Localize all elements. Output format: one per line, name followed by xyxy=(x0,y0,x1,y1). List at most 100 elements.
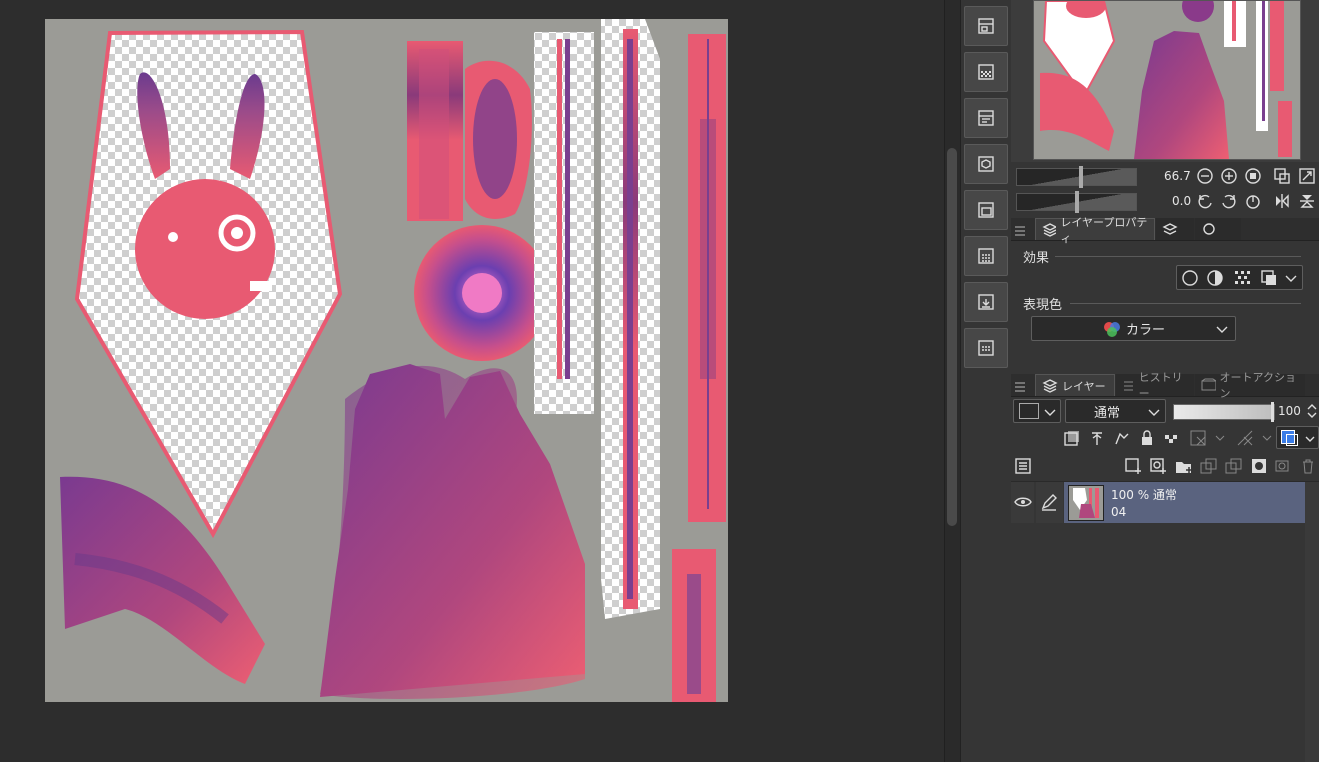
cube-icon[interactable] xyxy=(964,144,1008,184)
expression-color-value: カラー xyxy=(1125,323,1165,338)
layer-list-empty-area[interactable] xyxy=(1011,524,1305,762)
chevron-down-icon xyxy=(1216,326,1228,333)
layer-thumbnail xyxy=(1068,485,1104,521)
border-effect-icon[interactable] xyxy=(1180,268,1200,288)
download-icon[interactable] xyxy=(964,282,1008,322)
chevron-down-icon xyxy=(1148,409,1160,416)
material-icon xyxy=(1203,223,1215,235)
history-icon xyxy=(1124,381,1133,391)
tab-auto-action[interactable]: オートアクション xyxy=(1195,371,1305,400)
effect-label: 効果 xyxy=(1023,251,1050,266)
navigator-preview[interactable] xyxy=(1033,0,1301,160)
chevron-down-icon[interactable] xyxy=(1281,268,1301,288)
rotate-left-icon[interactable] xyxy=(1195,191,1215,211)
zoom-value: 66.7 xyxy=(1164,169,1191,183)
layer-list-icon[interactable] xyxy=(1013,456,1033,476)
fit-navigator-icon[interactable] xyxy=(1272,166,1292,186)
layer-list-scrollbar[interactable] xyxy=(1305,482,1319,762)
rotation-value: 0.0 xyxy=(1172,194,1192,208)
zoom-slider[interactable] xyxy=(1016,166,1137,188)
layer-color-select[interactable] xyxy=(1013,399,1061,423)
uv-texture-artwork xyxy=(60,19,726,702)
tab-label: レイヤープロパティ xyxy=(1060,215,1148,245)
chevron-down-icon xyxy=(1044,409,1056,416)
tab-history[interactable]: ヒストリー xyxy=(1116,371,1194,400)
expression-color-select[interactable]: カラー xyxy=(1031,316,1236,341)
draft-layer-icon[interactable] xyxy=(1112,428,1132,448)
dot-tone-icon[interactable] xyxy=(1232,268,1252,288)
fit-screen-icon[interactable] xyxy=(1243,166,1263,186)
eye-icon[interactable] xyxy=(1014,496,1032,508)
divider xyxy=(1070,303,1301,304)
layer-color-switch[interactable] xyxy=(1276,426,1319,449)
delete-layer-icon[interactable] xyxy=(1298,456,1318,476)
new-vector-layer-icon[interactable] xyxy=(1149,456,1169,476)
reset-rotation-icon[interactable] xyxy=(1243,191,1263,211)
tab-material[interactable] xyxy=(1195,218,1241,240)
chevron-down-icon[interactable] xyxy=(1210,428,1230,448)
layer-property-tabbar: レイヤープロパティ xyxy=(1011,216,1319,245)
new-folder-icon[interactable] xyxy=(1174,456,1194,476)
new-raster-layer-icon[interactable] xyxy=(1124,456,1144,476)
blend-mode-select[interactable]: 通常 xyxy=(1065,399,1166,423)
tab-layer[interactable]: レイヤー xyxy=(1035,374,1115,396)
rotate-right-icon[interactable] xyxy=(1219,191,1239,211)
merge-down-icon[interactable] xyxy=(1224,456,1244,476)
layout-icon[interactable] xyxy=(964,6,1008,46)
layer-search-icon xyxy=(1162,223,1178,235)
mask-enable-icon[interactable] xyxy=(1188,428,1208,448)
blend-mode-value: 通常 xyxy=(1094,405,1121,421)
layer-title: 100 % 通常 xyxy=(1111,488,1177,502)
layout-icon-2[interactable] xyxy=(964,98,1008,138)
opacity-value: 100 xyxy=(1278,404,1301,418)
flip-vertical-icon[interactable] xyxy=(1297,191,1317,211)
edit-target-cell[interactable] xyxy=(1036,482,1063,523)
rotation-slider[interactable] xyxy=(1016,191,1137,213)
opacity-stepper[interactable] xyxy=(1306,402,1318,424)
ruler-enable-icon[interactable] xyxy=(1235,428,1255,448)
layers-icon xyxy=(1042,222,1057,237)
opacity-slider[interactable] xyxy=(1173,402,1275,422)
swatch xyxy=(1019,403,1039,419)
tone-effect-icon[interactable] xyxy=(1205,268,1225,288)
layer-name: 04 xyxy=(1111,505,1127,519)
chevron-down-icon[interactable] xyxy=(1257,428,1277,448)
visibility-cell[interactable] xyxy=(1011,482,1034,523)
rgb-color-icon xyxy=(1103,321,1120,337)
apply-mask-icon[interactable] xyxy=(1274,456,1294,476)
zoom-in-icon[interactable] xyxy=(1219,166,1239,186)
texture-canvas[interactable] xyxy=(45,19,728,702)
scrollbar-thumb[interactable] xyxy=(947,148,957,526)
layer-row-selected[interactable]: 100 % 通常 04 xyxy=(1064,482,1305,523)
auto-action-icon xyxy=(1201,378,1216,391)
layer-panel-tabbar: レイヤー ヒストリー オートアクション xyxy=(1011,371,1319,400)
expression-color-label: 表現色 xyxy=(1023,298,1063,313)
tab-label: レイヤー xyxy=(1062,379,1106,393)
tab-layer-search[interactable] xyxy=(1156,218,1194,240)
panel-menu-icon[interactable] xyxy=(1015,222,1025,241)
pencil-icon[interactable] xyxy=(1040,493,1058,511)
tab-label: オートアクション xyxy=(1219,371,1296,400)
divider xyxy=(1055,256,1301,257)
layer-color-icon[interactable] xyxy=(1259,268,1279,288)
expand-icon[interactable] xyxy=(1297,166,1317,186)
transfer-down-icon[interactable] xyxy=(1199,456,1219,476)
tab-layer-property[interactable]: レイヤープロパティ xyxy=(1035,216,1155,245)
lock-icon[interactable] xyxy=(1137,428,1157,448)
flip-horizontal-icon[interactable] xyxy=(1272,191,1292,211)
reference-layer-icon[interactable] xyxy=(1087,428,1107,448)
tab-label: ヒストリー xyxy=(1138,371,1183,400)
panel-dock xyxy=(960,0,1013,762)
grid-pattern-icon[interactable] xyxy=(964,52,1008,92)
panel-menu-icon[interactable] xyxy=(1015,378,1025,397)
chevron-down-icon xyxy=(1305,436,1315,442)
zoom-out-icon[interactable] xyxy=(1195,166,1215,186)
effect-buttons-group xyxy=(1176,265,1303,290)
calendar-grid-icon[interactable] xyxy=(964,328,1008,368)
layers-icon xyxy=(1042,378,1058,393)
layer-mask-icon[interactable] xyxy=(1249,456,1269,476)
lock-transparency-icon[interactable] xyxy=(1162,428,1182,448)
dot-grid-icon[interactable] xyxy=(964,236,1008,276)
clip-icon[interactable] xyxy=(1062,428,1082,448)
image-icon[interactable] xyxy=(964,190,1008,230)
